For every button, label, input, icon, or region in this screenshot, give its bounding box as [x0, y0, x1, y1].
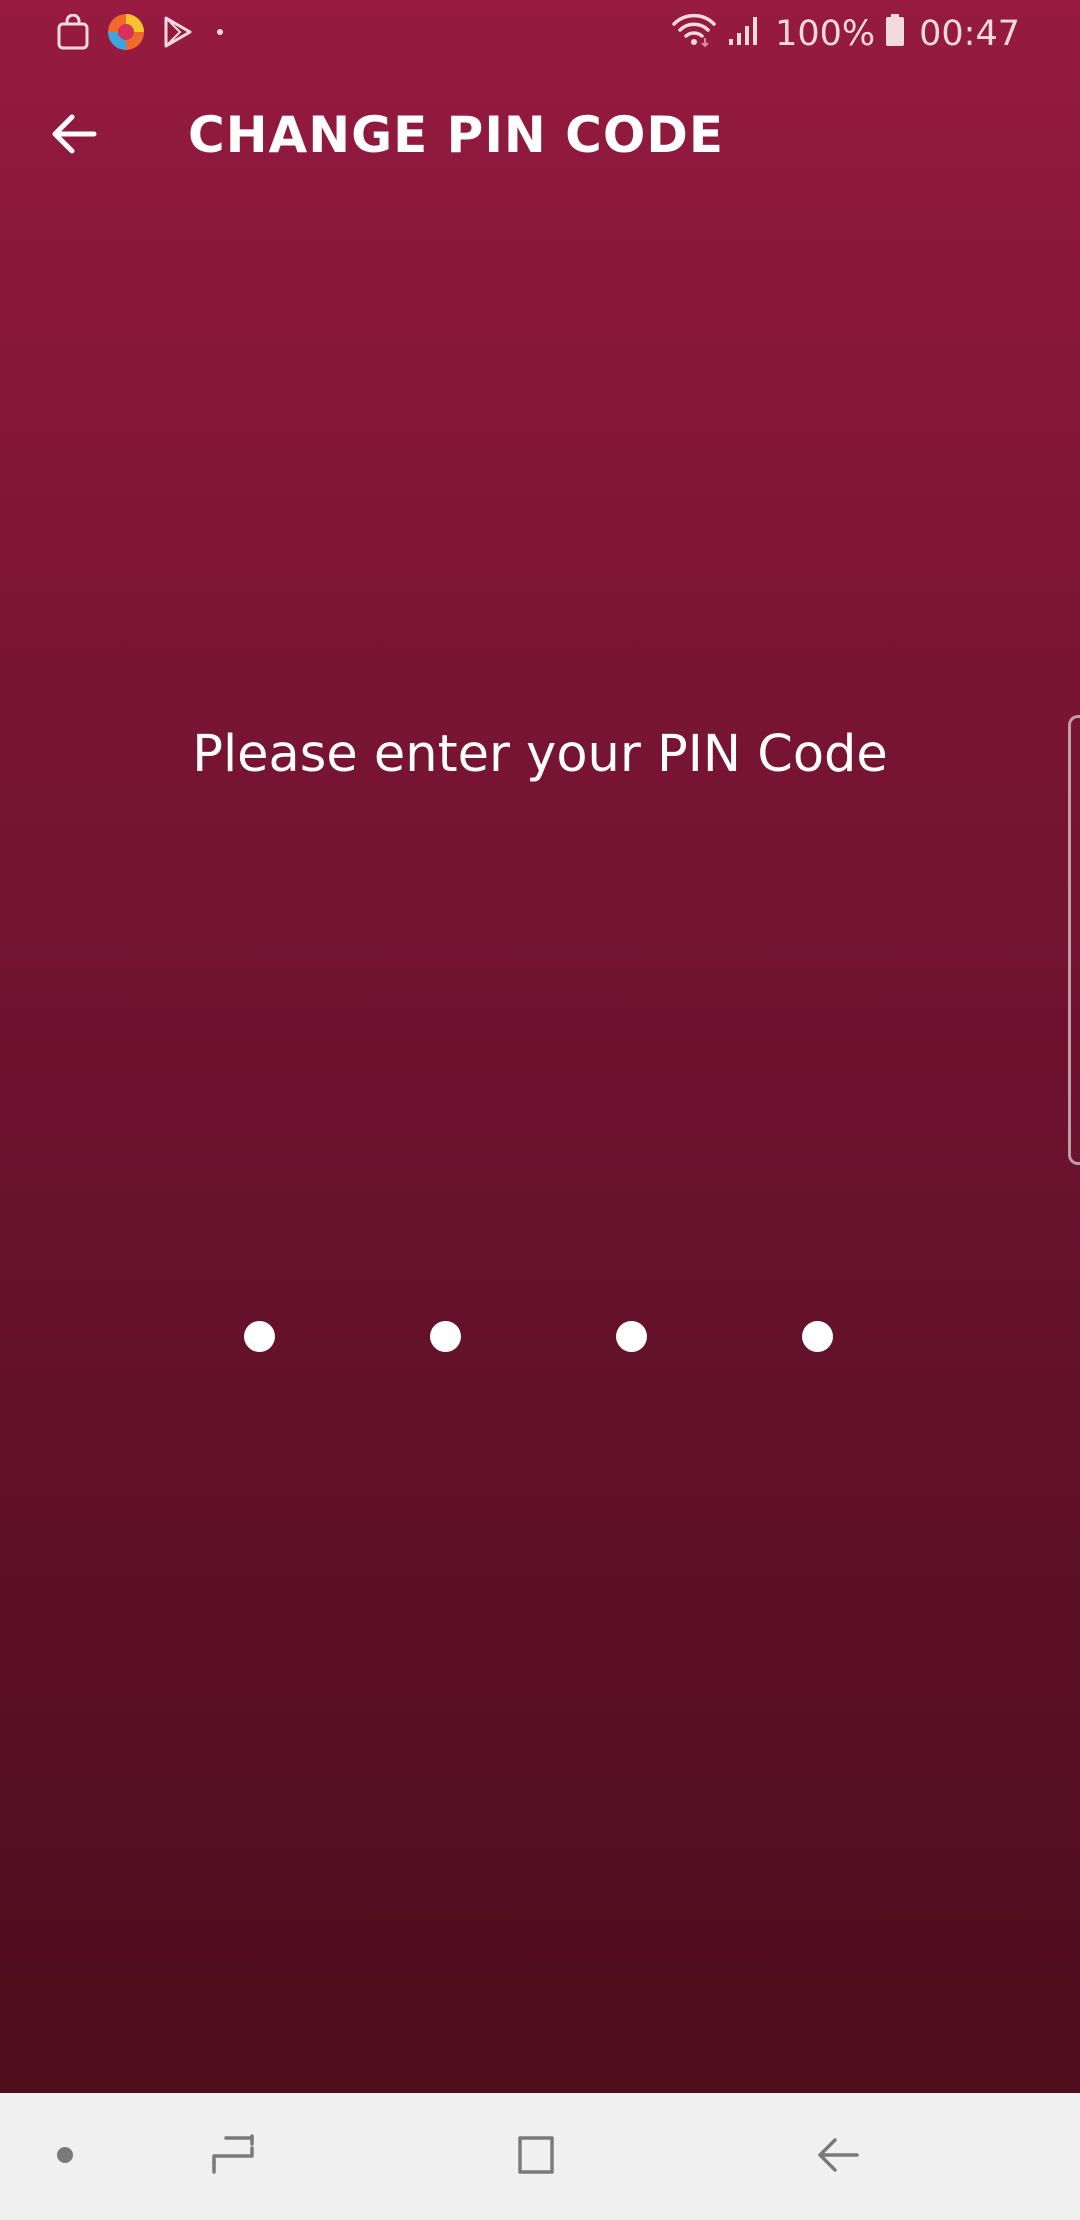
change-pin-screen: 100% 00:47 CHANGE PIN CODE Please enter …	[0, 0, 1080, 2220]
cellular-signal-icon	[727, 13, 761, 56]
app-bar: CHANGE PIN CODE	[0, 66, 1080, 208]
play-store-icon	[162, 15, 194, 53]
home-icon	[512, 2132, 558, 2182]
nav-back-button[interactable]	[795, 2093, 881, 2220]
back-button[interactable]	[34, 100, 114, 172]
pin-prompt: Please enter your PIN Code	[192, 725, 888, 784]
navigation-bar	[0, 2093, 1080, 2220]
edge-panel-handle[interactable]	[1068, 715, 1080, 1165]
nav-pin-button[interactable]	[40, 2093, 90, 2220]
battery-icon	[885, 13, 905, 56]
pin-dot	[244, 1321, 275, 1352]
status-bar: 100% 00:47	[0, 0, 1080, 66]
status-time: 00:47	[919, 14, 1020, 54]
wifi-icon	[671, 12, 717, 57]
browser-app-icon	[106, 12, 146, 56]
arrow-left-icon	[50, 112, 98, 160]
battery-percent: 100%	[775, 14, 876, 54]
status-system-icons: 100% 00:47	[671, 12, 1020, 56]
page-title: CHANGE PIN CODE	[188, 106, 725, 164]
status-notification-icons	[56, 12, 230, 56]
recent-apps-button[interactable]	[190, 2093, 276, 2220]
shopping-bag-icon	[56, 13, 90, 54]
notification-dot-icon	[210, 22, 230, 46]
nav-dot-icon	[55, 2145, 75, 2169]
home-button[interactable]	[492, 2093, 578, 2220]
back-icon	[815, 2132, 861, 2182]
pin-dot	[616, 1321, 647, 1352]
pin-dot	[802, 1321, 833, 1352]
recent-apps-icon	[210, 2132, 256, 2182]
pin-dot	[430, 1321, 461, 1352]
